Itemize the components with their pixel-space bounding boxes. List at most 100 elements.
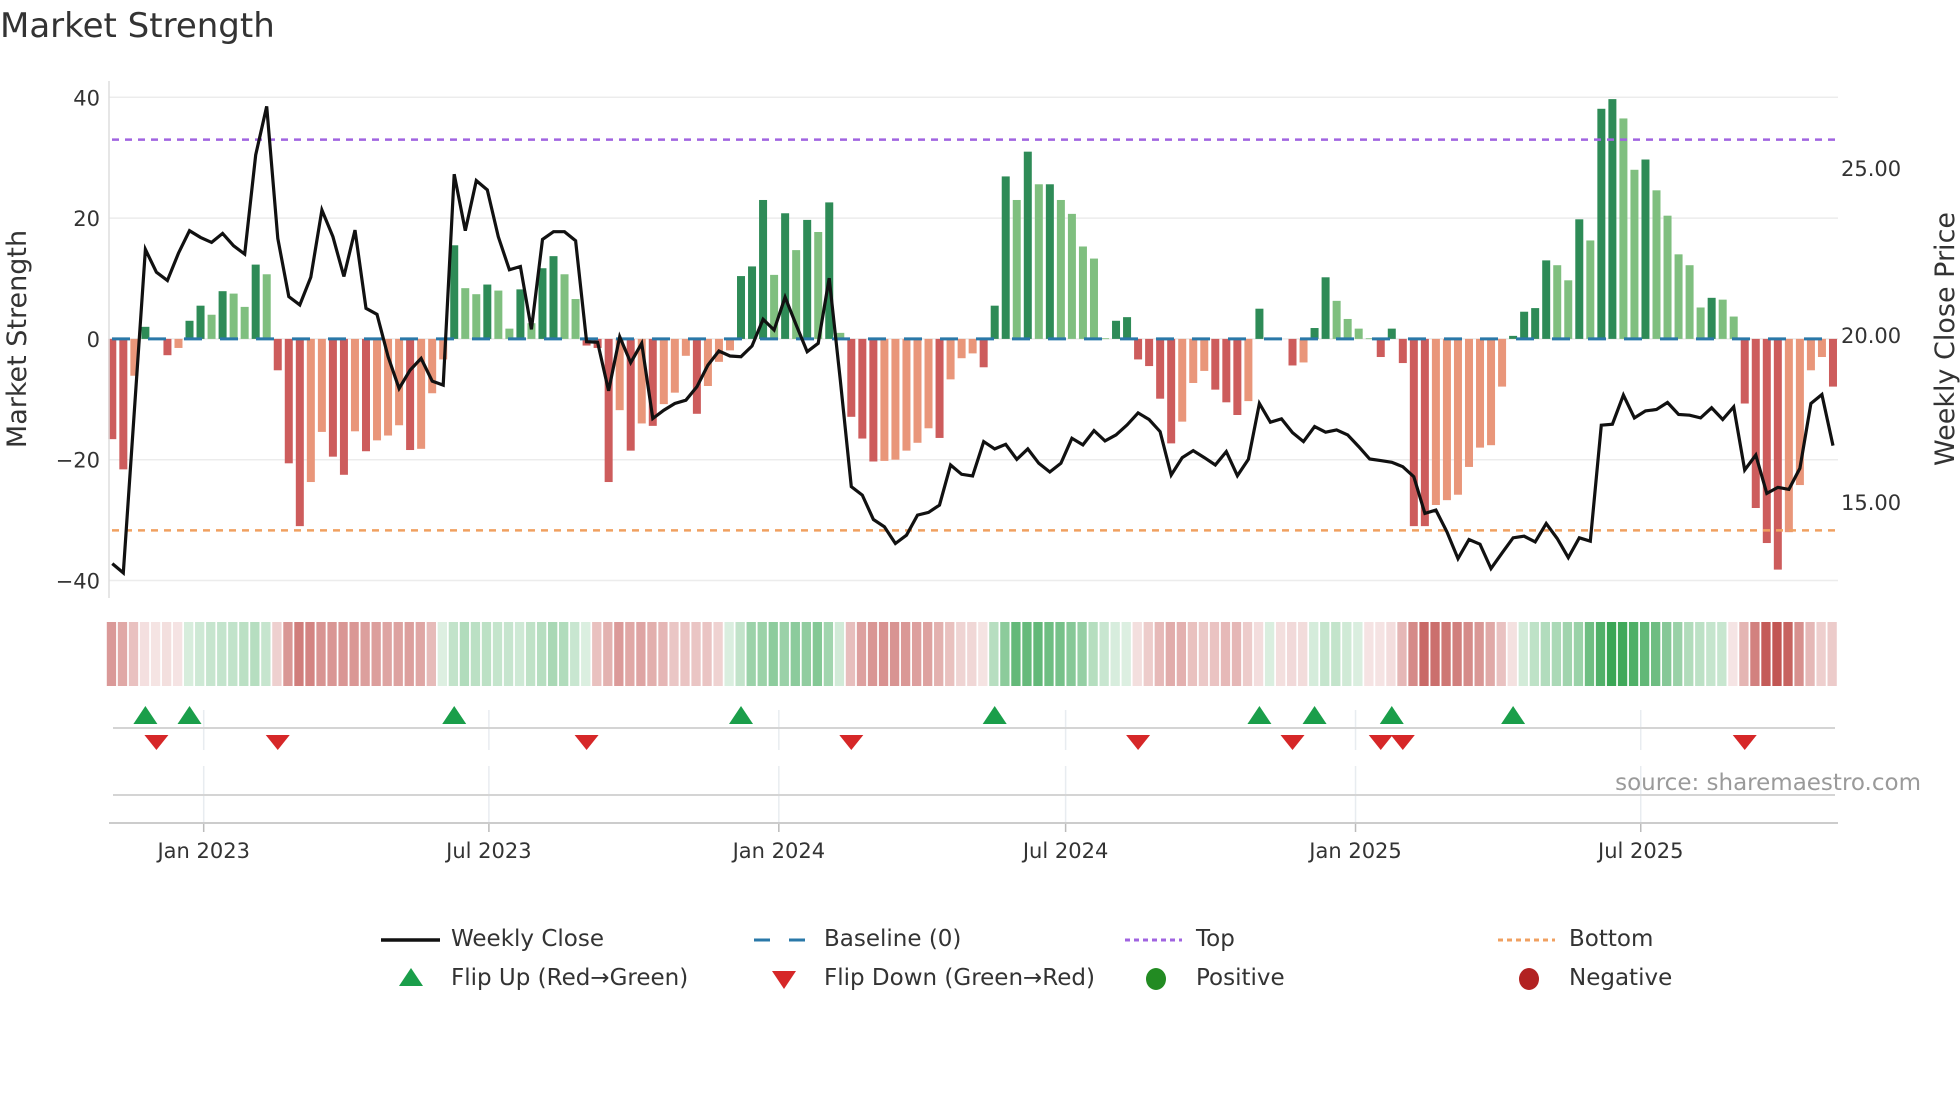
heat-cell-negative bbox=[1154, 622, 1164, 686]
heat-cell-negative bbox=[1242, 622, 1253, 686]
heat-cell-positive bbox=[1595, 622, 1606, 686]
positive-bar bbox=[196, 305, 205, 339]
x-tick-label: Jul 2023 bbox=[444, 839, 531, 863]
heat-cell-negative bbox=[1783, 622, 1793, 686]
negative-bar bbox=[1806, 338, 1815, 371]
negative-bar bbox=[1751, 338, 1760, 509]
flip-up-marker bbox=[133, 706, 158, 724]
negative-bar bbox=[361, 338, 370, 452]
heat-cell-negative bbox=[1176, 622, 1187, 686]
source-note: source: sharemaestro.com bbox=[1615, 770, 1921, 796]
heat-cell-positive bbox=[570, 622, 580, 686]
x-tick-label: Jul 2025 bbox=[1596, 839, 1683, 863]
heat-cell-positive bbox=[536, 622, 547, 686]
flip-down-triangle-icon bbox=[772, 971, 796, 989]
bottom-legend-dotted-icon bbox=[1498, 938, 1555, 942]
negative-bar bbox=[1156, 338, 1165, 399]
heat-cell-negative bbox=[669, 622, 679, 686]
heat-cell-positive bbox=[559, 622, 569, 686]
y2-tick-label: 25.00 bbox=[1841, 157, 1901, 181]
positive-bar bbox=[1575, 219, 1584, 339]
heat-cell-negative bbox=[603, 622, 613, 686]
flip-down-marker bbox=[839, 735, 864, 750]
heat-cell-negative bbox=[658, 622, 668, 686]
positive-bar bbox=[1597, 108, 1606, 339]
heat-cell-negative bbox=[911, 622, 922, 686]
flip-down-marker bbox=[1126, 735, 1151, 750]
heat-cell-positive bbox=[1651, 622, 1661, 686]
negative-bar bbox=[659, 338, 668, 405]
positive-bar bbox=[1034, 184, 1043, 339]
positive-bar bbox=[1509, 335, 1518, 339]
negative-bar bbox=[957, 338, 966, 359]
heat-cell-negative bbox=[393, 622, 403, 686]
negative-bar bbox=[1409, 338, 1418, 527]
heat-cell-negative bbox=[856, 622, 867, 686]
positive-bar bbox=[1310, 328, 1319, 339]
top-legend-dotted-icon bbox=[1125, 938, 1182, 942]
heat-cell-positive bbox=[1706, 622, 1716, 686]
negative-bar bbox=[1244, 338, 1253, 402]
heat-cell-positive bbox=[1684, 622, 1694, 686]
negative-bar bbox=[1167, 338, 1176, 444]
heat-cell-negative bbox=[1441, 622, 1451, 686]
positive-bar bbox=[737, 276, 746, 339]
positive-bar bbox=[748, 266, 757, 339]
positive-bar bbox=[1542, 260, 1551, 339]
negative-bar bbox=[1178, 338, 1187, 422]
positive-bar bbox=[1696, 307, 1705, 339]
positive-bar bbox=[1056, 199, 1065, 339]
positive-bar bbox=[1101, 338, 1109, 340]
positive-bar bbox=[1531, 308, 1540, 339]
heat-cell-positive bbox=[1320, 622, 1330, 686]
y2-tick-label: 20.00 bbox=[1841, 324, 1901, 348]
negative-bar bbox=[373, 338, 382, 441]
flip-up-marker bbox=[982, 706, 1007, 724]
heat-cell-positive bbox=[1077, 622, 1087, 686]
negative-bar bbox=[1222, 338, 1231, 403]
heat-cell-positive bbox=[1540, 622, 1550, 686]
negative-bar bbox=[1740, 338, 1749, 404]
flip-down-marker bbox=[1280, 735, 1305, 750]
heat-cell-negative bbox=[1132, 622, 1142, 686]
heat-cell-negative bbox=[867, 622, 878, 686]
heat-cell-negative bbox=[1198, 622, 1209, 686]
positive-bar bbox=[1685, 265, 1694, 339]
positive-bar bbox=[207, 314, 216, 339]
heat-cell-positive bbox=[1606, 622, 1617, 686]
heat-cell-positive bbox=[1353, 622, 1363, 686]
heat-cell-negative bbox=[1739, 622, 1749, 686]
negative-bar bbox=[1288, 338, 1297, 366]
positive-bar bbox=[1707, 297, 1716, 339]
heat-cell-positive bbox=[746, 622, 756, 686]
negative-bar bbox=[1773, 338, 1782, 570]
heat-cell-positive bbox=[1628, 622, 1639, 686]
positive-bar bbox=[990, 305, 999, 339]
negative-bar bbox=[1211, 338, 1220, 390]
heat-cell-negative bbox=[1298, 622, 1308, 686]
negative-bar bbox=[725, 338, 734, 351]
negative-bar bbox=[1145, 338, 1154, 367]
negative-bar bbox=[1299, 338, 1308, 363]
heat-cell-negative bbox=[305, 622, 315, 686]
y-tick-label: −40 bbox=[56, 569, 100, 593]
heat-cell-negative bbox=[139, 622, 150, 686]
flip-up-marker bbox=[729, 706, 754, 724]
positive-bar bbox=[781, 213, 790, 339]
heat-cell-negative bbox=[1772, 622, 1782, 686]
positive-bar bbox=[262, 274, 271, 339]
heat-cell-negative bbox=[1386, 622, 1396, 686]
heat-cell-negative bbox=[415, 622, 425, 686]
heat-cell-positive bbox=[1033, 622, 1043, 686]
heat-cell-negative bbox=[1827, 622, 1837, 686]
heat-cell-positive bbox=[1022, 622, 1032, 686]
heat-cell-negative bbox=[1463, 622, 1473, 686]
heat-cell-positive bbox=[481, 622, 492, 686]
negative-bar bbox=[273, 338, 282, 371]
heat-cell-negative bbox=[1253, 622, 1264, 686]
positive-bar bbox=[1564, 280, 1573, 339]
heat-cell-positive bbox=[206, 622, 216, 686]
heat-cell-positive bbox=[492, 622, 503, 686]
positive-bar bbox=[505, 328, 514, 339]
positive-bar bbox=[1630, 169, 1639, 339]
